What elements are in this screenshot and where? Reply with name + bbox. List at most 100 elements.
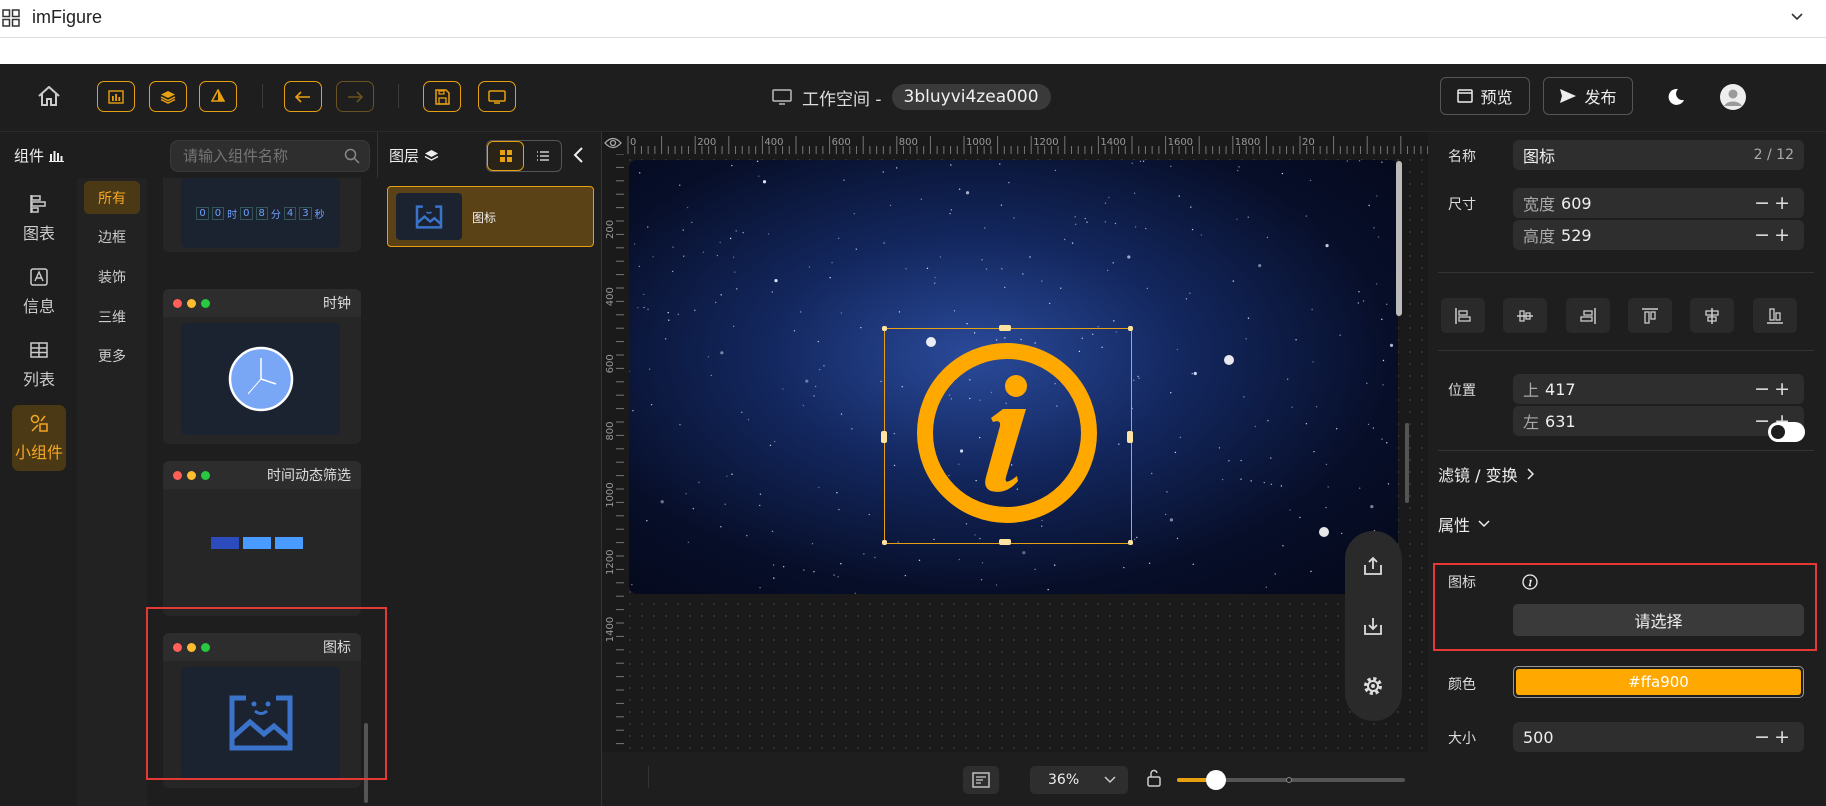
ruler-label: 1800 — [1235, 137, 1260, 148]
star — [1148, 562, 1151, 565]
width-stepper[interactable]: −+ — [1754, 192, 1794, 214]
subcategory-3d[interactable]: 三维 — [84, 300, 140, 333]
resize-handle-left[interactable] — [881, 431, 887, 443]
chevron-left-icon[interactable] — [572, 146, 586, 164]
star — [1254, 425, 1257, 428]
resize-handle-corner[interactable] — [1128, 540, 1133, 545]
icon-size-field[interactable]: 500 −+ — [1513, 722, 1804, 752]
color-value: #ffa900 — [1628, 673, 1689, 691]
chart-panel-button[interactable] — [97, 81, 135, 112]
ruler-label: 400 — [764, 137, 783, 148]
align-center-h-button[interactable] — [1503, 298, 1547, 333]
star — [1104, 221, 1107, 223]
component-card-clock[interactable]: 时钟 — [163, 289, 361, 444]
color-picker[interactable]: #ffa900 — [1513, 666, 1804, 698]
star — [918, 559, 921, 562]
dot-red — [173, 470, 182, 480]
category-chart[interactable]: 图表 — [12, 186, 66, 252]
filter-switch[interactable] — [1768, 422, 1805, 442]
zoom-select[interactable]: 36% — [1030, 766, 1128, 794]
star — [1060, 287, 1062, 289]
star — [1001, 268, 1003, 270]
component-search-input[interactable] — [170, 140, 370, 172]
star — [1274, 573, 1276, 575]
top-field[interactable]: 上 417 −+ — [1513, 374, 1804, 404]
export-button[interactable] — [1358, 551, 1388, 581]
star — [707, 356, 710, 358]
align-top-button[interactable] — [1628, 298, 1672, 333]
layer-item[interactable]: 图标 — [387, 186, 594, 247]
filter-transform-toggle[interactable]: 滤镜 / 变换 — [1438, 462, 1534, 486]
resize-handle-bottom[interactable] — [999, 539, 1011, 545]
subcategory-border[interactable]: 边框 — [84, 220, 140, 253]
category-info[interactable]: 信息 — [12, 259, 66, 325]
star — [851, 428, 853, 430]
workspace-id-badge[interactable]: 3bluyvi4zea000 — [891, 84, 1051, 110]
moon-icon[interactable] — [1666, 87, 1686, 107]
resize-handle-corner[interactable] — [882, 326, 887, 331]
align-bottom-button[interactable] — [1753, 298, 1797, 333]
component-card-time-filter[interactable]: 时间动态筛选 — [163, 461, 361, 616]
category-widget[interactable]: 小组件 — [12, 405, 66, 471]
ruler-label: 0 — [630, 137, 636, 148]
save-button[interactable] — [423, 81, 461, 112]
settings-button[interactable] — [1358, 671, 1388, 701]
height-field[interactable]: 高度 529 −+ — [1513, 220, 1804, 250]
canvas-vertical-scrollbar[interactable] — [1396, 161, 1402, 316]
star — [926, 267, 929, 270]
name-field[interactable]: 图标 2 / 12 — [1513, 140, 1804, 170]
card-name: 时间动态筛选 — [267, 468, 351, 484]
list-view-button[interactable] — [524, 141, 561, 171]
star — [756, 160, 759, 162]
resize-handle-corner[interactable] — [1128, 326, 1133, 331]
lock-open-icon[interactable] — [1147, 769, 1161, 787]
subcategory-decoration[interactable]: 装饰 — [84, 260, 140, 293]
align-right-button[interactable] — [1566, 298, 1610, 333]
star — [1339, 334, 1341, 336]
component-card-countdown[interactable]: 0 0 时 0 8 分 4 3 秒 — [163, 178, 361, 252]
attributes-section-header[interactable]: 属性 — [1438, 512, 1490, 536]
category-list[interactable]: 列表 — [12, 332, 66, 398]
align-middle-v-button[interactable] — [1690, 298, 1734, 333]
star — [838, 508, 840, 511]
avatar[interactable] — [1719, 83, 1747, 111]
search-icon[interactable] — [344, 148, 360, 164]
canvas-secondary-scrollbar[interactable] — [1405, 423, 1409, 503]
height-stepper[interactable]: −+ — [1754, 224, 1794, 246]
icon-size-value: 500 — [1523, 727, 1554, 747]
resize-handle-top[interactable] — [999, 325, 1011, 331]
import-button[interactable] — [1358, 611, 1388, 641]
star — [1137, 375, 1139, 378]
resize-handle-right[interactable] — [1127, 431, 1133, 443]
star — [840, 563, 842, 565]
subcategory-all[interactable]: 所有 — [84, 181, 140, 214]
eye-icon[interactable] — [604, 136, 622, 150]
layout-panel-button[interactable] — [963, 766, 999, 794]
star — [981, 259, 983, 261]
category-sidebar: 图表 信息 列表 小组件 — [0, 178, 77, 806]
star — [677, 313, 679, 316]
screen-mode-button[interactable] — [478, 81, 516, 112]
ruler-label: 1400 — [1100, 137, 1125, 148]
icon-size-stepper[interactable]: −+ — [1754, 726, 1794, 748]
resize-handle-corner[interactable] — [882, 540, 887, 545]
width-field[interactable]: 宽度 609 −+ — [1513, 188, 1804, 218]
top-stepper[interactable]: −+ — [1754, 378, 1794, 400]
chevron-down-icon[interactable] — [1790, 9, 1804, 23]
star — [1136, 536, 1138, 539]
preview-button[interactable]: 预览 — [1440, 77, 1530, 115]
publish-button[interactable]: 发布 — [1543, 77, 1633, 115]
redo-button[interactable] — [336, 81, 374, 112]
left-field[interactable]: 左 631 −+ — [1513, 406, 1804, 436]
grid-view-button[interactable] — [487, 141, 525, 171]
selected-icon-widget[interactable] — [881, 325, 1133, 545]
undo-button[interactable] — [284, 81, 322, 112]
star — [720, 526, 722, 528]
theme-style-button[interactable] — [199, 81, 237, 112]
zoom-slider-knob[interactable] — [1206, 770, 1226, 790]
star — [1373, 227, 1375, 229]
align-left-button[interactable] — [1441, 298, 1485, 333]
subcategory-more[interactable]: 更多 — [84, 339, 140, 372]
home-icon[interactable] — [38, 86, 60, 106]
layers-toggle-button[interactable] — [149, 81, 187, 112]
